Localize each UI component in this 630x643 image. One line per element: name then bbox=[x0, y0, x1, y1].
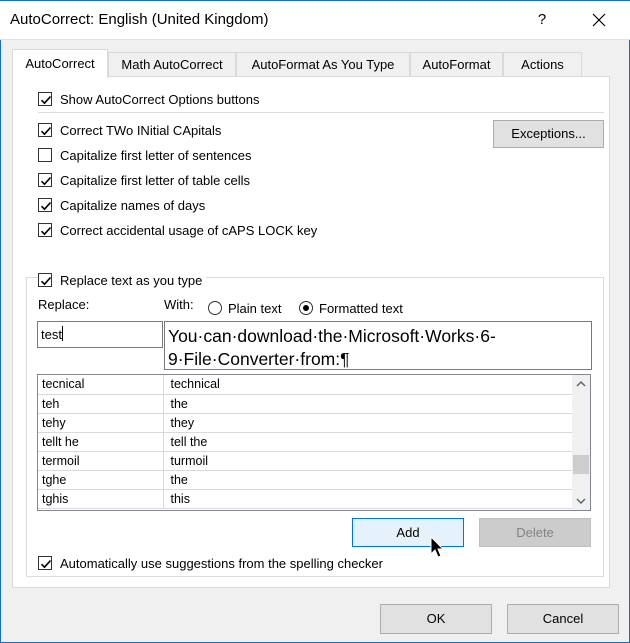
formatted-text-option[interactable]: Formatted text bbox=[299, 299, 403, 317]
show-autocorrect-buttons-option[interactable]: Show AutoCorrect Options buttons bbox=[38, 90, 259, 108]
check-icon bbox=[40, 276, 52, 286]
entry-replace-cell: tecnical bbox=[38, 375, 164, 395]
capitalize-sentences-checkbox[interactable] bbox=[38, 148, 52, 162]
list-item[interactable]: tellt he tell the bbox=[38, 432, 572, 452]
entry-replace-cell: tghis bbox=[38, 489, 164, 509]
mouse-cursor-icon bbox=[430, 536, 445, 558]
capitalize-sentences-option[interactable]: Capitalize first letter of sentences bbox=[38, 146, 251, 164]
scroll-thumb[interactable] bbox=[573, 455, 589, 474]
caps-lock-option[interactable]: Correct accidental usage of cAPS LOCK ke… bbox=[38, 221, 317, 239]
title-bar-border bbox=[0, 0, 630, 1]
radio-selected-dot bbox=[303, 305, 309, 311]
close-icon bbox=[592, 13, 606, 27]
capitalize-table-cells-option[interactable]: Capitalize first letter of table cells bbox=[38, 171, 250, 189]
autocorrect-entries-list[interactable]: tecnical technical teh the tehy they tellt he t… bbox=[37, 374, 591, 511]
entries-table: tecnical technical teh the tehy they tellt he t… bbox=[38, 375, 572, 509]
list-item[interactable]: tghe the bbox=[38, 470, 572, 490]
with-input[interactable]: You·can·download·the·Microsoft·Works·6-9… bbox=[164, 321, 592, 370]
replace-as-you-type-checkbox[interactable] bbox=[38, 273, 52, 287]
replace-as-you-type-option[interactable]: Replace text as you type bbox=[38, 271, 207, 289]
replace-label: Replace: bbox=[38, 297, 90, 312]
chevron-up-icon bbox=[576, 381, 586, 387]
formatted-text-label: Formatted text bbox=[319, 300, 403, 316]
tab-autocorrect[interactable]: AutoCorrect bbox=[12, 49, 108, 78]
caps-lock-label: Correct accidental usage of cAPS LOCK ke… bbox=[60, 222, 318, 238]
entry-replace-cell: tghe bbox=[38, 470, 164, 490]
entry-replace-cell: teh bbox=[38, 394, 164, 414]
check-icon bbox=[40, 559, 52, 569]
show-autocorrect-buttons-label: Show AutoCorrect Options buttons bbox=[60, 91, 260, 107]
entry-with-cell: the bbox=[163, 394, 572, 414]
ok-button[interactable]: OK bbox=[380, 604, 492, 634]
entry-with-cell: they bbox=[163, 413, 572, 433]
capitalize-sentences-label: Capitalize first letter of sentences bbox=[60, 147, 252, 163]
entry-with-cell: this bbox=[163, 489, 572, 509]
close-button[interactable] bbox=[584, 8, 614, 32]
capitalize-table-cells-checkbox[interactable] bbox=[38, 173, 52, 187]
delete-button[interactable]: Delete bbox=[479, 518, 591, 547]
cancel-button[interactable]: Cancel bbox=[507, 604, 619, 634]
title-bar: AutoCorrect: English (United Kingdom) ? bbox=[0, 0, 630, 40]
with-label: With: bbox=[164, 297, 194, 312]
chevron-down-icon bbox=[576, 498, 586, 504]
plain-text-radio[interactable] bbox=[208, 301, 222, 315]
correct-two-initials-option[interactable]: Correct TWo INitial CApitals bbox=[38, 121, 221, 139]
entry-with-cell: tell the bbox=[163, 432, 572, 452]
capitalize-days-checkbox[interactable] bbox=[38, 198, 52, 212]
list-item[interactable]: tecnical technical bbox=[38, 375, 572, 395]
check-icon bbox=[40, 201, 52, 211]
help-button[interactable]: ? bbox=[528, 8, 556, 32]
list-item[interactable]: teh the bbox=[38, 394, 572, 414]
show-autocorrect-buttons-checkbox[interactable] bbox=[38, 92, 52, 106]
entry-replace-cell: tellt he bbox=[38, 432, 164, 452]
auto-suggestions-option[interactable]: Automatically use suggestions from the s… bbox=[38, 554, 383, 572]
list-item[interactable]: tghis this bbox=[38, 489, 572, 509]
check-icon bbox=[40, 126, 52, 136]
check-icon bbox=[40, 226, 52, 236]
capitalize-table-cells-label: Capitalize first letter of table cells bbox=[60, 172, 251, 188]
formatted-text-radio[interactable] bbox=[299, 301, 313, 315]
entry-with-cell: turmoil bbox=[163, 451, 572, 471]
capitalize-days-label: Capitalize names of days bbox=[60, 197, 206, 213]
with-input-value: You·can·download·the·Microsoft·Works·6-9… bbox=[168, 326, 496, 369]
tab-math-autocorrect[interactable]: Math AutoCorrect bbox=[108, 52, 236, 77]
correct-two-initials-label: Correct TWo INitial CApitals bbox=[60, 122, 222, 138]
options-divider bbox=[38, 112, 604, 113]
replace-input[interactable]: test bbox=[37, 321, 163, 348]
tab-autoformat[interactable]: AutoFormat bbox=[410, 52, 503, 77]
entries-scrollbar[interactable] bbox=[572, 375, 590, 510]
correct-two-initials-checkbox[interactable] bbox=[38, 123, 52, 137]
add-button[interactable]: Add bbox=[352, 518, 464, 547]
text-caret bbox=[61, 326, 63, 341]
exceptions-button[interactable]: Exceptions... bbox=[493, 120, 604, 148]
list-item[interactable]: termoil turmoil bbox=[38, 451, 572, 471]
auto-suggestions-checkbox[interactable] bbox=[38, 556, 52, 570]
caps-lock-checkbox[interactable] bbox=[38, 223, 52, 237]
window-title: AutoCorrect: English (United Kingdom) bbox=[10, 11, 269, 28]
entry-replace-cell: tehy bbox=[38, 413, 164, 433]
check-icon bbox=[40, 95, 52, 105]
entry-replace-cell: termoil bbox=[38, 451, 164, 471]
entry-with-cell: the bbox=[163, 470, 572, 490]
replace-as-you-type-label: Replace text as you type bbox=[60, 272, 203, 288]
list-item[interactable]: tehy they bbox=[38, 413, 572, 433]
check-icon bbox=[40, 176, 52, 186]
replace-input-value: test bbox=[41, 327, 62, 342]
capitalize-days-option[interactable]: Capitalize names of days bbox=[38, 196, 205, 214]
plain-text-option[interactable]: Plain text bbox=[208, 299, 281, 317]
tab-autoformat-as-you-type[interactable]: AutoFormat As You Type bbox=[236, 52, 410, 77]
auto-suggestions-label: Automatically use suggestions from the s… bbox=[60, 555, 383, 571]
entry-with-cell: technical bbox=[163, 375, 572, 395]
scroll-up-arrow[interactable] bbox=[572, 375, 590, 393]
tab-actions[interactable]: Actions bbox=[503, 52, 582, 77]
scroll-down-arrow[interactable] bbox=[572, 492, 590, 510]
plain-text-label: Plain text bbox=[228, 300, 282, 316]
